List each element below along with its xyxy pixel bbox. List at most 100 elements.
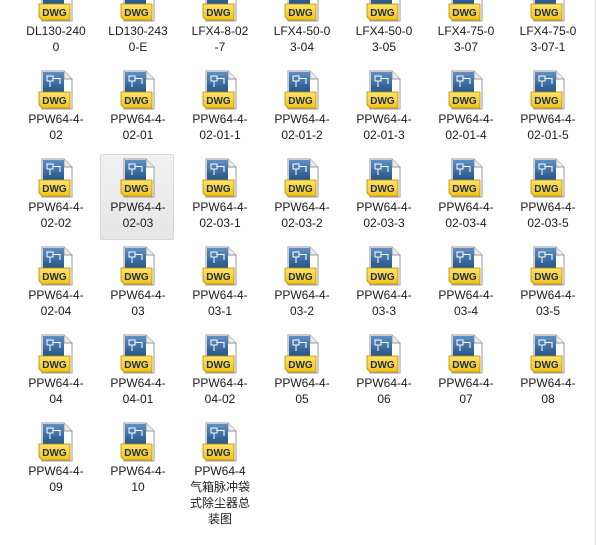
svg-text:DWG: DWG [124, 272, 149, 283]
file-item[interactable]: DWG PPW64-4- 04-01 [100, 330, 174, 416]
dwg-file-icon: DWG [120, 0, 156, 22]
file-name-label: LFX4-50-0 3-04 [273, 24, 331, 54]
dwg-file-icon: DWG [530, 246, 566, 286]
svg-text:DWG: DWG [534, 96, 559, 107]
svg-text:DWG: DWG [288, 96, 313, 107]
file-item[interactable]: DWG PPW64-4- 03 [100, 242, 174, 328]
svg-text:DWG: DWG [370, 272, 395, 283]
dwg-file-icon: DWG [120, 158, 156, 198]
file-item[interactable]: DWG PPW64-4- 03-5 [510, 242, 584, 328]
file-name-label: LD130-243 0-E [108, 24, 168, 54]
file-item[interactable]: DWG PPW64-4- 06 [346, 330, 420, 416]
file-name-label: PPW64-4- 02-01-1 [192, 112, 248, 142]
dwg-file-icon: DWG [530, 0, 566, 22]
file-item[interactable]: DWG PPW64-4- 04-02 [182, 330, 256, 416]
dwg-file-icon: DWG [530, 334, 566, 374]
file-item[interactable]: DWG PPW64-4- 02-03 [100, 154, 174, 240]
dwg-file-icon: DWG [366, 70, 402, 110]
file-item[interactable]: DWG PPW64-4- 03-1 [182, 242, 256, 328]
file-name-label: PPW64-4- 02-02 [28, 200, 84, 230]
file-item[interactable]: DWG PPW64-4- 05 [264, 330, 338, 416]
svg-text:DWG: DWG [534, 272, 559, 283]
file-name-label: PPW64-4- 03-4 [438, 288, 494, 318]
dwg-file-icon: DWG [120, 334, 156, 374]
svg-text:DWG: DWG [124, 448, 149, 459]
file-item[interactable]: DWG PPW64-4- 09 [18, 418, 92, 504]
file-name-label: PPW64-4- 03-2 [274, 288, 330, 318]
file-item[interactable]: DWG PPW64-4- 07 [428, 330, 502, 416]
file-item[interactable]: DWG PPW64-4- 08 [510, 330, 584, 416]
svg-text:DWG: DWG [370, 184, 395, 195]
dwg-file-icon: DWG [284, 0, 320, 22]
file-item[interactable]: DWG LFX4-50-0 3-05 [346, 0, 420, 64]
file-item[interactable]: DWG PPW64-4- 03-4 [428, 242, 502, 328]
svg-text:DWG: DWG [288, 8, 313, 19]
dwg-file-icon: DWG [38, 422, 74, 462]
dwg-file-icon: DWG [530, 158, 566, 198]
file-item[interactable]: DWG PPW64-4- 02-04 [18, 242, 92, 328]
dwg-file-icon: DWG [38, 246, 74, 286]
svg-text:DWG: DWG [124, 8, 149, 19]
file-item[interactable]: DWG LFX4-8-02 -7 [182, 0, 256, 64]
file-item[interactable]: DWG PPW64-4- 02-03-3 [346, 154, 420, 240]
file-name-label: PPW64-4- 02 [28, 112, 84, 142]
file-name-label: PPW64-4- 07 [438, 376, 494, 406]
dwg-file-icon: DWG [448, 246, 484, 286]
file-item[interactable]: DWG PPW64-4- 02-03-2 [264, 154, 338, 240]
file-item[interactable]: DWG PPW64-4- 02-01-1 [182, 66, 256, 152]
svg-text:DWG: DWG [288, 184, 313, 195]
file-name-label: LFX4-8-02 -7 [191, 24, 249, 54]
file-item[interactable]: DWG LFX4-75-0 3-07-1 [510, 0, 584, 64]
dwg-file-icon: DWG [202, 70, 238, 110]
file-item[interactable]: DWG DL130-240 0 [18, 0, 92, 64]
file-name-label: PPW64-4- 02-01-4 [438, 112, 494, 142]
dwg-file-icon: DWG [202, 0, 238, 22]
file-item[interactable]: DWG PPW64-4- 02-03-5 [510, 154, 584, 240]
svg-text:DWG: DWG [452, 360, 477, 371]
svg-text:DWG: DWG [42, 448, 67, 459]
svg-text:DWG: DWG [370, 360, 395, 371]
file-item[interactable]: DWG PPW64-4- 02-01-5 [510, 66, 584, 152]
file-item[interactable]: DWG PPW64-4- 04 [18, 330, 92, 416]
file-name-label: PPW64-4- 10 [110, 464, 166, 494]
svg-text:DWG: DWG [534, 8, 559, 19]
dwg-file-icon: DWG [448, 0, 484, 22]
file-item[interactable]: DWG LFX4-50-0 3-04 [264, 0, 338, 64]
file-item[interactable]: DWG LFX4-75-0 3-07 [428, 0, 502, 64]
file-item[interactable]: DWG PPW64-4- 02 [18, 66, 92, 152]
file-name-label: PPW64-4- 04 [28, 376, 84, 406]
file-name-label: LFX4-50-0 3-05 [355, 24, 413, 54]
file-item[interactable]: DWG PPW64-4- 03-3 [346, 242, 420, 328]
file-item[interactable]: DWG PPW64-4- 02-01 [100, 66, 174, 152]
dwg-file-icon: DWG [202, 246, 238, 286]
dwg-file-icon: DWG [366, 0, 402, 22]
file-name-label: PPW64-4- 05 [274, 376, 330, 406]
file-name-label: PPW64-4- 02-01-2 [274, 112, 330, 142]
file-item[interactable]: DWG PPW64-4- 10 [100, 418, 174, 504]
file-name-label: LFX4-75-0 3-07 [437, 24, 495, 54]
file-item[interactable]: DWG PPW64-4- 02-01-2 [264, 66, 338, 152]
dwg-file-icon: DWG [38, 0, 74, 22]
svg-text:DWG: DWG [42, 184, 67, 195]
file-name-label: PPW64-4- 09 [28, 464, 84, 494]
dwg-file-icon: DWG [530, 70, 566, 110]
file-item[interactable]: DWG PPW64-4- 03-2 [264, 242, 338, 328]
file-name-label: PPW64-4- 02-04 [28, 288, 84, 318]
dwg-file-icon: DWG [284, 158, 320, 198]
file-item[interactable]: DWG PPW64-4- 02-03-4 [428, 154, 502, 240]
file-item[interactable]: DWG PPW64-4- 02-01-4 [428, 66, 502, 152]
svg-text:DWG: DWG [42, 360, 67, 371]
file-item[interactable]: DWG PPW64-4 气箱脉冲袋 式除尘器总 装图 [182, 418, 256, 538]
file-item[interactable]: DWG LD130-243 0-E [100, 0, 174, 64]
svg-text:DWG: DWG [452, 272, 477, 283]
dwg-file-icon: DWG [284, 70, 320, 110]
svg-text:DWG: DWG [452, 8, 477, 19]
dwg-file-icon: DWG [202, 158, 238, 198]
dwg-file-icon: DWG [120, 70, 156, 110]
file-name-label: DL130-240 0 [26, 24, 86, 54]
file-item[interactable]: DWG PPW64-4- 02-03-1 [182, 154, 256, 240]
dwg-file-icon: DWG [448, 70, 484, 110]
file-item[interactable]: DWG PPW64-4- 02-02 [18, 154, 92, 240]
file-name-label: PPW64-4- 02-01 [110, 112, 166, 142]
file-item[interactable]: DWG PPW64-4- 02-01-3 [346, 66, 420, 152]
